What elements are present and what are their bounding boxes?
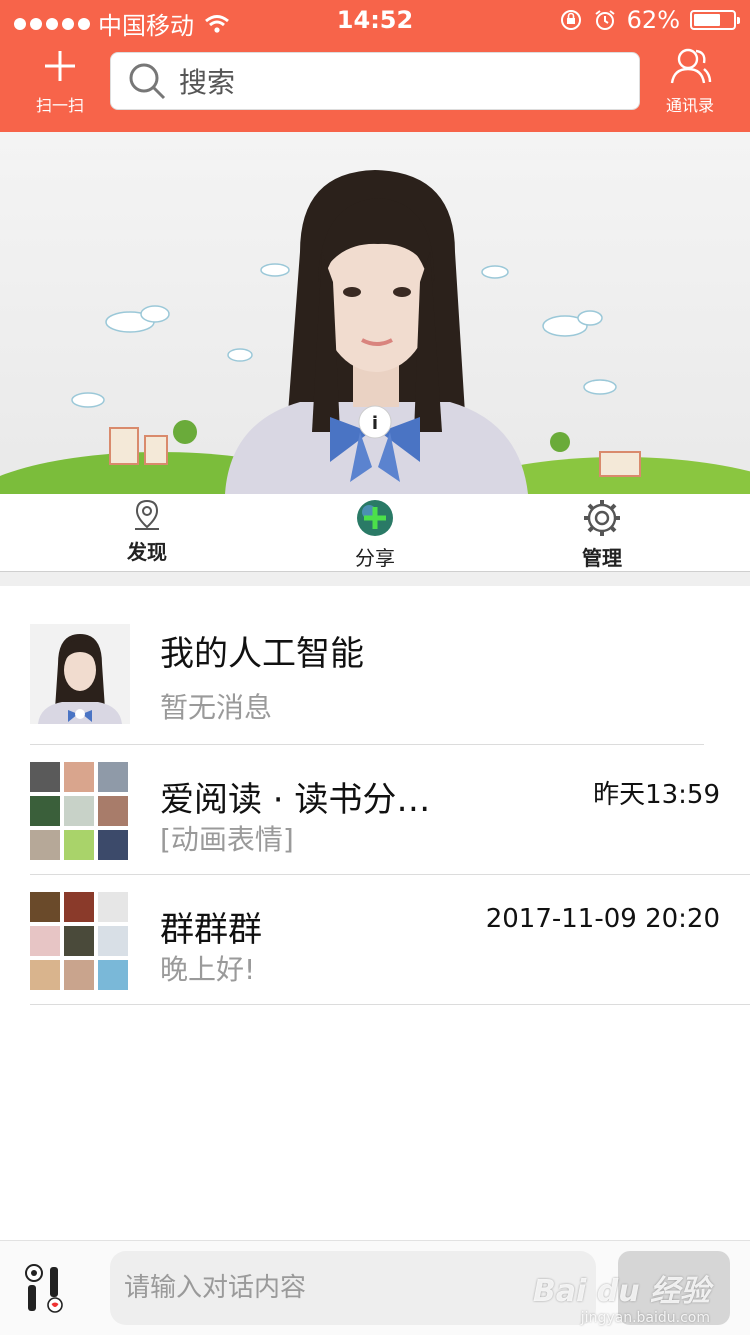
quick-tab-bar: 发现 分享 管理 [0, 494, 750, 572]
chat-last-message: 晚上好! [160, 953, 256, 986]
chat-time: 2017-11-09 20:20 [485, 904, 720, 934]
chat-last-message: [动画表情] [160, 823, 294, 856]
chat-time: 昨天13:59 [593, 780, 720, 810]
alarm-icon [595, 10, 615, 30]
ai-character-banner[interactable]: i [0, 132, 750, 494]
section-divider [0, 572, 750, 586]
tab-discover-label: 发现 [127, 540, 167, 564]
battery-icon [690, 10, 740, 30]
list-divider [30, 1004, 750, 1005]
watermark-url: jingyan.baidu.com [580, 1310, 710, 1326]
chat-row-group[interactable]: 群群群 2017-11-09 20:20 晚上好! [0, 874, 750, 1004]
search-placeholder: 搜索 [179, 66, 236, 99]
chat-name: 爱阅读 · 读书分… [160, 780, 431, 820]
search-bar[interactable]: 搜索 [110, 52, 640, 110]
chat-name: 群群群 [160, 910, 262, 950]
svg-text:i: i [372, 413, 378, 434]
app-logo-icon[interactable] [22, 1263, 68, 1313]
group-avatar [30, 892, 128, 990]
scan-button[interactable]: 扫一扫 [10, 46, 110, 116]
gear-icon [584, 500, 620, 536]
tab-manage[interactable]: 管理 [522, 498, 682, 571]
chat-row-reading-group[interactable]: 爱阅读 · 读书分… 昨天13:59 [动画表情] [0, 744, 750, 874]
contacts-button[interactable]: 通讯录 [640, 46, 740, 116]
location-pin-icon [135, 499, 159, 530]
contacts-label: 通讯录 [665, 96, 714, 115]
tab-discover[interactable]: 发现 [67, 498, 227, 565]
baidu-watermark: Bai du 经验 jingyan.baidu.com [533, 1266, 710, 1326]
banner-illustration: i [0, 170, 750, 494]
contacts-icon [670, 48, 712, 84]
tab-share[interactable]: 分享 [295, 498, 455, 571]
chat-name: 我的人工智能 [160, 634, 364, 674]
rotation-lock-icon [560, 10, 581, 30]
group-avatar [30, 762, 128, 860]
plus-icon [45, 51, 75, 81]
search-icon [129, 63, 166, 100]
chat-last-message: 暂无消息 [160, 691, 273, 724]
tab-manage-label: 管理 [582, 546, 622, 570]
status-bar: 中国移动 14:52 62% [0, 0, 750, 40]
top-nav-bar: 扫一扫 搜索 通讯录 [0, 40, 750, 132]
chat-row-ai[interactable]: 我的人工智能 暂无消息 [0, 614, 750, 744]
share-globe-icon [357, 500, 393, 536]
battery-percent: 62% [626, 6, 680, 34]
watermark-brand: Bai du 经验 [532, 1274, 710, 1309]
message-input[interactable] [110, 1251, 596, 1325]
ai-avatar [30, 624, 130, 724]
scan-label: 扫一扫 [35, 96, 84, 115]
tab-share-label: 分享 [355, 546, 395, 570]
